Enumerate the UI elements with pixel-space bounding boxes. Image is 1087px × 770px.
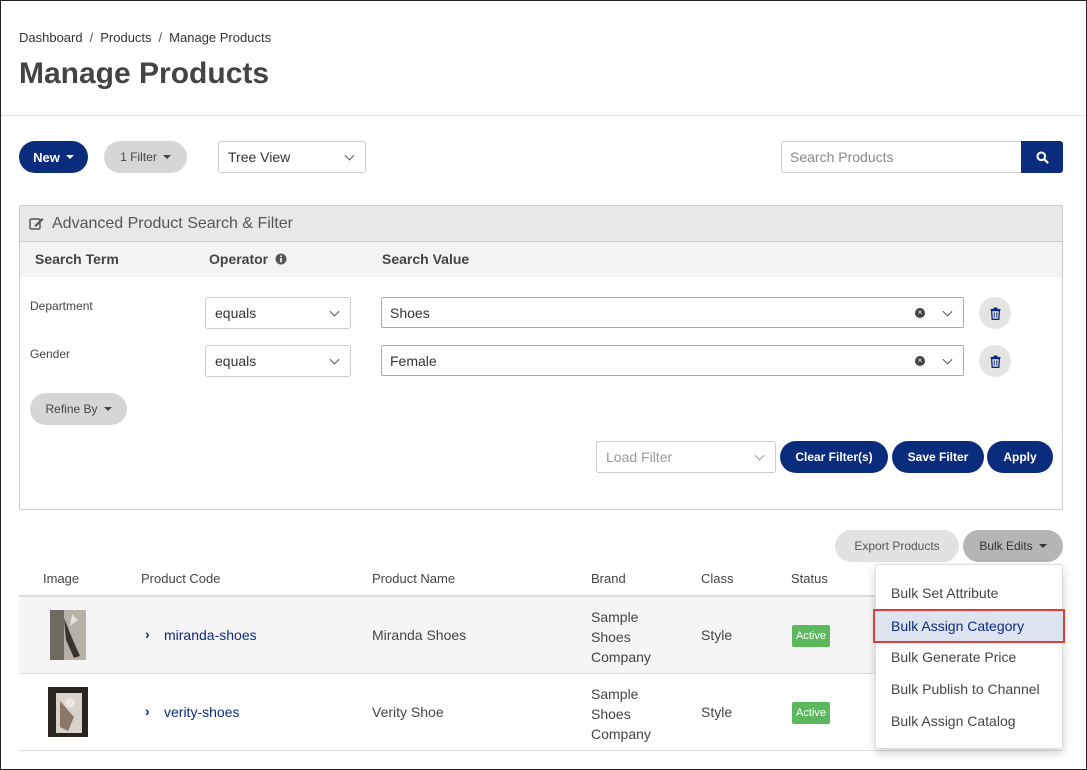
trash-icon	[990, 355, 1000, 368]
operator-select-gender[interactable]: equals	[205, 345, 351, 377]
column-status[interactable]: Status	[791, 571, 828, 586]
bulk-edits-button[interactable]: Bulk Edits	[963, 530, 1063, 562]
breadcrumb-manage-products: Manage Products	[169, 30, 272, 45]
delete-row-button[interactable]	[979, 345, 1011, 377]
info-icon[interactable]	[275, 253, 287, 265]
view-select[interactable]: Tree View	[218, 141, 366, 173]
brand-line: Shoes	[591, 706, 631, 722]
operator-value: equals	[215, 305, 257, 321]
breadcrumb-dashboard[interactable]: Dashboard	[19, 30, 83, 45]
search-placeholder: Search Products	[790, 149, 894, 165]
load-filter-select[interactable]: Load Filter	[596, 441, 776, 473]
panel-title: Advanced Product Search & Filter	[52, 214, 294, 232]
menu-item-bulk-assign-catalog[interactable]: Bulk Assign Catalog	[876, 705, 1062, 737]
column-product-name[interactable]: Product Name	[372, 571, 455, 586]
new-button[interactable]: New	[19, 141, 88, 173]
brand-line: Shoes	[591, 629, 631, 645]
caret-down-icon	[1038, 544, 1047, 548]
search-value-gender[interactable]: Female ×	[381, 345, 964, 376]
search-value-text: Female	[390, 352, 437, 369]
chevron-down-icon	[329, 306, 340, 317]
menu-item-bulk-set-attribute[interactable]: Bulk Set Attribute	[876, 577, 1062, 609]
chevron-down-icon	[754, 450, 765, 461]
operator-select-department[interactable]: equals	[205, 297, 351, 329]
page-header: Dashboard / Products / Manage Products M…	[1, 1, 1086, 116]
product-thumbnail[interactable]	[50, 610, 86, 660]
search-button[interactable]	[1021, 141, 1063, 173]
brand-line: Company	[591, 726, 651, 742]
advanced-search-panel: Advanced Product Search & Filter Search …	[19, 205, 1063, 510]
column-operator: Operator	[209, 251, 287, 267]
breadcrumb: Dashboard / Products / Manage Products	[19, 30, 271, 45]
bulk-edits-menu: Bulk Set Attribute Bulk Assign Category …	[873, 564, 1065, 749]
search-input[interactable]: Search Products	[781, 141, 1022, 173]
brand-line: Sample	[591, 686, 639, 702]
search-value-text: Shoes	[390, 304, 430, 321]
product-name: Miranda Shoes	[372, 627, 467, 643]
trash-icon	[990, 307, 1000, 320]
column-search-term: Search Term	[35, 251, 119, 267]
chevron-down-icon	[344, 150, 355, 161]
column-image: Image	[43, 571, 80, 586]
chevron-down-icon	[329, 354, 340, 365]
product-name: Verity Shoe	[372, 704, 444, 720]
page-title: Manage Products	[19, 57, 270, 90]
load-filter-placeholder: Load Filter	[606, 449, 673, 465]
product-thumbnail[interactable]	[48, 687, 88, 737]
menu-item-bulk-publish-to-channel[interactable]: Bulk Publish to Channel	[876, 673, 1062, 705]
delete-row-button[interactable]	[979, 297, 1011, 329]
clear-value-icon[interactable]: ×	[915, 356, 925, 366]
edit-icon	[29, 217, 44, 230]
app-window: Dashboard / Products / Manage Products M…	[0, 0, 1087, 770]
save-filter-button[interactable]: Save Filter	[892, 441, 984, 473]
expand-chevron-icon[interactable]: ›	[145, 626, 150, 642]
column-product-code[interactable]: Product Code	[141, 571, 221, 586]
new-button-label: New	[33, 149, 60, 165]
expand-chevron-icon[interactable]: ›	[145, 703, 150, 719]
refine-by-button[interactable]: Refine By	[30, 393, 127, 425]
refine-by-label: Refine By	[45, 402, 98, 416]
caret-down-icon	[162, 155, 171, 159]
breadcrumb-separator: /	[158, 30, 163, 45]
clear-value-icon[interactable]: ×	[915, 308, 925, 318]
operator-value: equals	[215, 353, 257, 369]
column-search-value: Search Value	[382, 251, 470, 267]
export-products-button[interactable]: Export Products	[835, 530, 959, 562]
caret-down-icon	[103, 407, 112, 411]
chevron-down-icon	[942, 306, 953, 317]
menu-item-bulk-generate-price[interactable]: Bulk Generate Price	[876, 641, 1062, 673]
product-code-link[interactable]: miranda-shoes	[164, 627, 257, 643]
search-icon	[1036, 151, 1049, 164]
view-select-value: Tree View	[228, 149, 291, 165]
column-class[interactable]: Class	[701, 571, 734, 586]
filter-button-label: 1 Filter	[120, 150, 157, 164]
breadcrumb-products[interactable]: Products	[100, 30, 151, 45]
column-brand[interactable]: Brand	[591, 571, 626, 586]
filter-button[interactable]: 1 Filter	[104, 141, 187, 173]
filter-term-department: Department	[30, 299, 93, 313]
product-code-link[interactable]: verity-shoes	[164, 704, 239, 720]
breadcrumb-separator: /	[89, 30, 94, 45]
panel-header: Advanced Product Search & Filter	[20, 206, 1062, 242]
clear-filters-button[interactable]: Clear Filter(s)	[780, 441, 888, 473]
apply-button[interactable]: Apply	[987, 441, 1053, 473]
chevron-down-icon	[942, 354, 953, 365]
bulk-edits-label: Bulk Edits	[979, 539, 1033, 553]
menu-item-bulk-assign-category[interactable]: Bulk Assign Category	[873, 609, 1065, 643]
column-operator-label: Operator	[209, 251, 269, 267]
product-brand: Sample Shoes Company	[591, 607, 651, 667]
brand-line: Sample	[591, 609, 639, 625]
search-value-department[interactable]: Shoes ×	[381, 297, 964, 328]
caret-down-icon	[65, 155, 74, 159]
product-class: Style	[701, 627, 733, 643]
filter-column-headers: Search Term Operator Search Value	[20, 242, 1062, 277]
filter-term-gender: Gender	[30, 347, 71, 361]
product-class: Style	[701, 704, 733, 720]
status-badge: Active	[792, 702, 830, 724]
product-brand: Sample Shoes Company	[591, 684, 651, 744]
status-badge: Active	[792, 625, 830, 647]
brand-line: Company	[591, 649, 651, 665]
